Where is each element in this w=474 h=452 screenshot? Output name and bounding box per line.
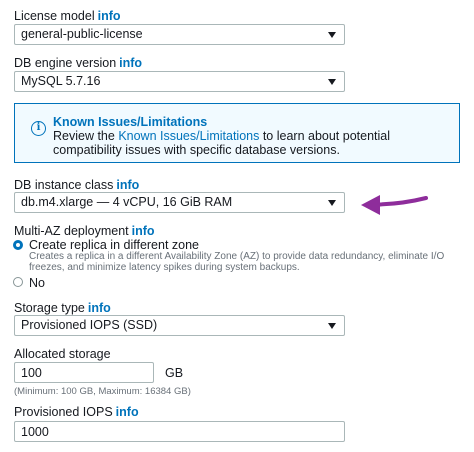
storage-type-label: Storage type info — [14, 301, 111, 315]
instance-class-info-link[interactable]: info — [116, 178, 139, 192]
radio-create-replica[interactable] — [13, 240, 23, 250]
allocated-storage-unit: GB — [165, 366, 184, 380]
storage-type-select[interactable]: Provisioned IOPS (SSD) — [14, 315, 345, 336]
caret-down-icon — [328, 200, 336, 206]
provisioned-iops-info-link[interactable]: info — [116, 405, 139, 419]
license-model-select[interactable]: general-public-license — [14, 24, 345, 45]
engine-version-info-link[interactable]: info — [119, 56, 142, 70]
license-model-value: general-public-license — [21, 27, 143, 41]
multi-az-label: Multi-AZ deployment info — [14, 224, 155, 238]
storage-type-value: Provisioned IOPS (SSD) — [21, 318, 158, 332]
radio-no[interactable] — [13, 277, 23, 287]
caret-down-icon — [328, 323, 336, 329]
instance-class-label: DB instance class info — [14, 178, 140, 192]
engine-version-label: DB engine version info — [14, 56, 143, 70]
annotation-arrow-icon — [361, 195, 428, 215]
storage-type-info-link[interactable]: info — [88, 301, 111, 315]
option-create-replica-label[interactable]: Create replica in different zone — [29, 238, 199, 252]
allocated-storage-label: Allocated storage — [14, 347, 111, 361]
engine-version-select[interactable]: MySQL 5.7.16 — [14, 71, 345, 92]
instance-class-value: db.m4.xlarge — 4 vCPU, 16 GiB RAM — [21, 195, 233, 209]
alert-title: Known Issues/Limitations — [53, 115, 208, 129]
license-model-info-link[interactable]: info — [98, 9, 121, 23]
known-issues-alert: i Known Issues/Limitations Review the Kn… — [14, 103, 460, 163]
caret-down-icon — [328, 32, 336, 38]
option-no-label[interactable]: No — [29, 276, 45, 290]
provisioned-iops-label: Provisioned IOPS info — [14, 405, 139, 419]
info-circle-icon: i — [31, 121, 46, 136]
allocated-storage-hint: (Minimum: 100 GB, Maximum: 16384 GB) — [14, 386, 191, 397]
option-create-replica-description: Creates a replica in a different Availab… — [29, 251, 445, 273]
multi-az-info-link[interactable]: info — [132, 224, 155, 238]
allocated-storage-input[interactable] — [14, 362, 154, 383]
known-issues-link[interactable]: Known Issues/Limitations — [118, 129, 259, 143]
instance-class-select[interactable]: db.m4.xlarge — 4 vCPU, 16 GiB RAM — [14, 192, 345, 213]
engine-version-value: MySQL 5.7.16 — [21, 74, 101, 88]
provisioned-iops-input[interactable] — [14, 421, 345, 442]
caret-down-icon — [328, 79, 336, 85]
alert-body: Review the Known Issues/Limitations to l… — [53, 129, 391, 157]
license-model-label: License model info — [14, 9, 121, 23]
